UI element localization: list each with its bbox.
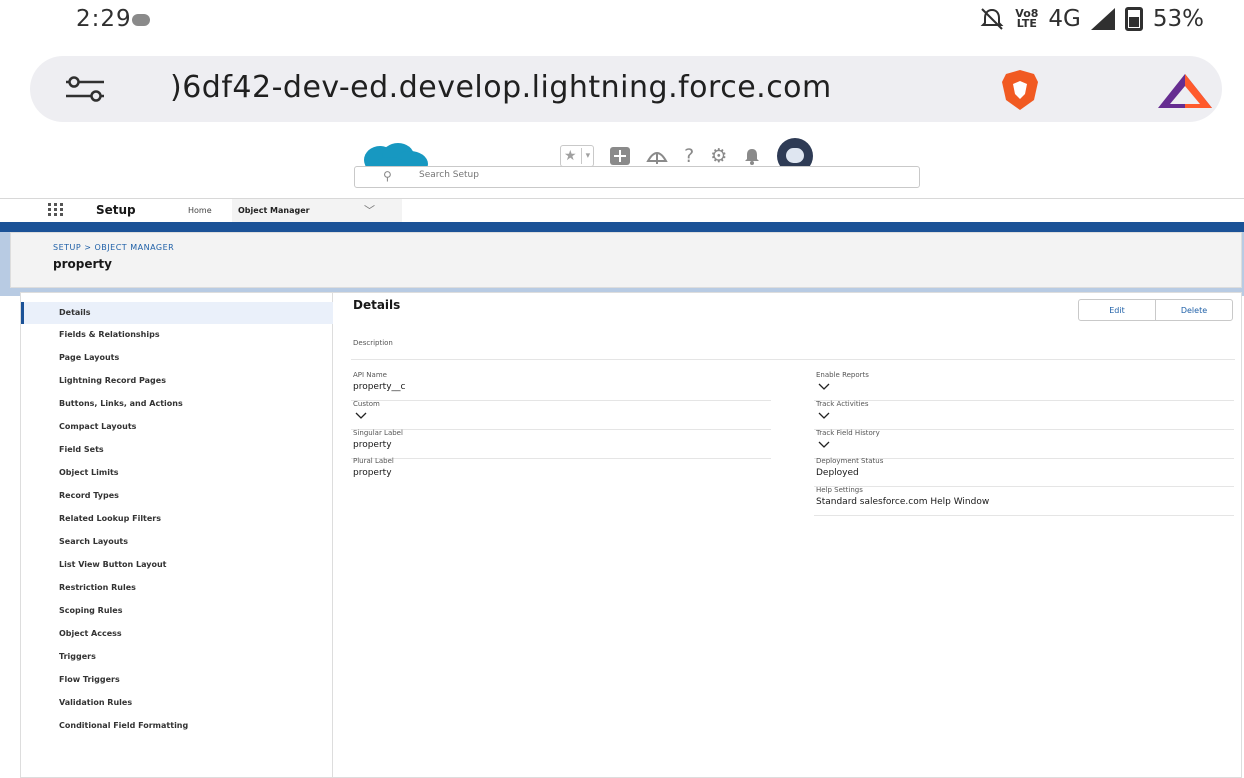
sidebar-item-search-layouts[interactable]: Search Layouts [21, 531, 333, 553]
field-help-settings: Help Settings Standard salesforce.com He… [814, 486, 1234, 516]
sidebar-item-fields-relationships[interactable]: Fields & Relationships [21, 324, 333, 346]
field-label: Singular Label [353, 429, 403, 437]
edit-button[interactable]: Edit [1079, 300, 1155, 320]
field-label: Custom [353, 400, 380, 408]
page-header: SETUP > OBJECT MANAGER property [10, 232, 1242, 288]
sidebar-item-buttons-links-actions[interactable]: Buttons, Links, and Actions [21, 393, 333, 415]
app-launcher-icon[interactable] [48, 203, 64, 217]
sidebar-item-related-lookup-filters[interactable]: Related Lookup Filters [21, 508, 333, 530]
divider [351, 359, 1235, 360]
search-input[interactable] [419, 170, 899, 180]
check-icon [818, 383, 830, 390]
sidebar-item-record-types[interactable]: Record Types [21, 485, 333, 507]
field-plural-label: Plural Label property [351, 457, 771, 487]
field-value: property__c [353, 382, 406, 392]
site-settings-icon[interactable] [64, 76, 106, 102]
breadcrumb[interactable]: SETUP > OBJECT MANAGER [53, 243, 174, 252]
battery-icon [1124, 7, 1143, 31]
chevron-down-icon[interactable]: ﹀ [364, 202, 375, 218]
field-label: Track Activities [816, 400, 869, 408]
record-actions: Edit Delete [1078, 299, 1233, 321]
gear-icon[interactable]: ⚙ [710, 145, 727, 167]
sidebar-item-page-layouts[interactable]: Page Layouts [21, 347, 333, 369]
field-label: API Name [353, 371, 387, 379]
tab-object-manager-label: Object Manager [238, 206, 310, 215]
field-label: Deployment Status [816, 457, 884, 465]
star-icon[interactable]: ★ [564, 148, 577, 164]
sidebar-item-triggers[interactable]: Triggers [21, 646, 333, 668]
bell-icon[interactable] [743, 147, 761, 165]
setup-search-box[interactable]: ⚲ [354, 166, 920, 188]
global-actions-icon[interactable] [610, 147, 631, 165]
status-bar: 2:29 Vo8 LTE 4G 53% [0, 0, 1244, 46]
delete-button[interactable]: Delete [1155, 300, 1232, 320]
help-icon[interactable]: ? [684, 145, 694, 167]
field-value: property [353, 440, 392, 450]
notification-dot-icon [132, 14, 150, 26]
field-track-activities: Track Activities [814, 400, 1234, 430]
address-bar[interactable]: ⁠)6df42-dev-ed.develop.lightning.force.c… [30, 56, 1222, 122]
details-heading: Details [353, 298, 401, 312]
description-label: Description [353, 339, 393, 347]
sidebar-item-details[interactable]: Details [21, 302, 333, 324]
notifications-muted-icon [980, 8, 1004, 30]
favorites-control[interactable]: ★ ▾ [560, 145, 595, 167]
brave-shields-icon[interactable] [998, 68, 1042, 112]
status-indicators: Vo8 LTE 4G 53% [979, 6, 1204, 32]
search-icon: ⚲ [383, 169, 392, 183]
field-deployment-status: Deployment Status Deployed [814, 457, 1234, 487]
sidebar-item-object-limits[interactable]: Object Limits [21, 462, 333, 484]
field-custom: Custom [351, 400, 771, 430]
sidebar-item-field-sets[interactable]: Field Sets [21, 439, 333, 461]
tab-home[interactable]: Home [188, 206, 212, 215]
field-api-name: API Name property__c [351, 371, 771, 401]
trailhead-icon[interactable] [646, 147, 668, 165]
sidebar-item-scoping-rules[interactable]: Scoping Rules [21, 600, 333, 622]
check-icon [818, 441, 830, 448]
sidebar-item-lightning-record-pages[interactable]: Lightning Record Pages [21, 370, 333, 392]
field-enable-reports: Enable Reports [814, 371, 1234, 401]
check-icon [355, 412, 367, 419]
chevron-down-icon[interactable]: ▾ [586, 151, 591, 161]
object-detail-card: Details Fields & Relationships Page Layo… [20, 292, 1242, 778]
sidebar-item-flow-triggers[interactable]: Flow Triggers [21, 669, 333, 691]
field-label: Help Settings [816, 486, 863, 494]
sidebar-item-restriction-rules[interactable]: Restriction Rules [21, 577, 333, 599]
field-label: Enable Reports [816, 371, 869, 379]
status-time: 2:29 [76, 6, 132, 32]
field-track-field-history: Track Field History [814, 429, 1234, 459]
sidebar-item-conditional-field-formatting[interactable]: Conditional Field Formatting [21, 715, 333, 737]
header-band [0, 222, 1244, 232]
field-label: Plural Label [353, 457, 394, 465]
network-type: 4G [1048, 6, 1081, 32]
sidebar-item-object-access[interactable]: Object Access [21, 623, 333, 645]
volte-indicator: Vo8 LTE [1015, 7, 1039, 30]
field-label: Track Field History [816, 429, 880, 437]
check-icon [818, 412, 830, 419]
signal-icon [1090, 8, 1115, 30]
app-name: Setup [96, 203, 136, 217]
sidebar-item-list-view-button-layout[interactable]: List View Button Layout [21, 554, 333, 576]
sidebar-item-compact-layouts[interactable]: Compact Layouts [21, 416, 333, 438]
field-singular-label: Singular Label property [351, 429, 771, 459]
field-value: property [353, 468, 392, 478]
page-title: property [53, 257, 112, 271]
battery-percent: 53% [1152, 6, 1204, 32]
field-value: Standard salesforce.com Help Window [816, 497, 990, 507]
object-sidebar: Details Fields & Relationships Page Layo… [21, 293, 333, 778]
sidebar-item-validation-rules[interactable]: Validation Rules [21, 692, 333, 714]
app-navigation: Setup Home Object Manager ﹀ [0, 198, 1244, 225]
url-text[interactable]: ⁠)6df42-dev-ed.develop.lightning.force.c… [170, 70, 832, 105]
field-value: Deployed [816, 468, 859, 478]
brave-rewards-icon[interactable] [1156, 72, 1214, 110]
details-panel: Details Edit Delete Description API Name… [351, 293, 1241, 778]
